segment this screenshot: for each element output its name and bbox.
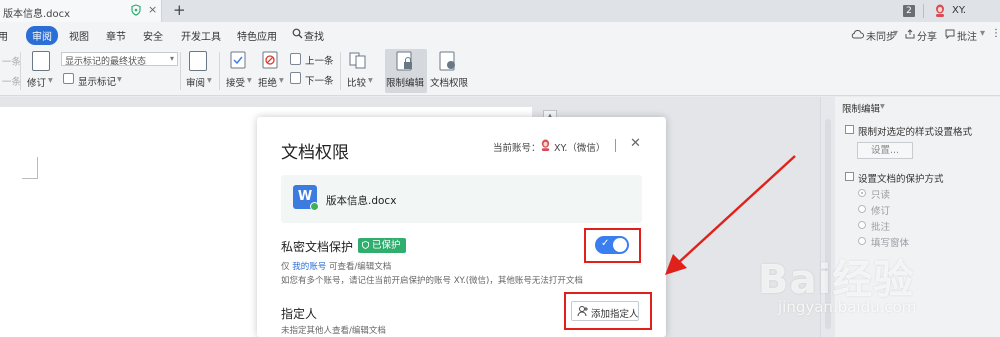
protect-desc-line1: 仅 我的账号 可查看/编辑文档 (281, 262, 392, 272)
menu-find[interactable]: 查找 (304, 28, 324, 43)
margin-marker (22, 157, 38, 179)
next-change-button[interactable]: 下一条 (305, 73, 334, 87)
review-ribbon: 一条 一条 修订 ▾ 显示标记的最终状态 ▾ 显示标记 ▾ 审阅 ▾ 接受 ▾ … (0, 46, 1000, 96)
radio-comment-label: 批注 (871, 222, 891, 233)
previous-change-icon (290, 53, 301, 65)
account-avatar-icon (541, 139, 550, 151)
designee-desc: 未指定其他人查看/编辑文档 (281, 326, 386, 336)
menu-special-apps[interactable]: 特色应用 (237, 28, 277, 43)
more-icon[interactable]: ⋮ (991, 28, 1000, 39)
file-name: 版本信息.docx (326, 195, 397, 207)
close-tab-icon[interactable]: × (148, 3, 157, 16)
format-restrict-label: 限制对选定的样式设置格式 (858, 127, 973, 138)
watermark-url: jingyan.baidu.com (778, 298, 917, 316)
divider (340, 52, 341, 90)
cloud-sync-icon (851, 30, 864, 39)
previous-change-button[interactable]: 上一条 (305, 53, 334, 67)
current-account-label: 当前账号： (493, 143, 541, 154)
radio-revision[interactable] (858, 205, 866, 213)
format-restrict-checkbox[interactable] (845, 125, 854, 134)
review-pane-button[interactable]: 审阅 (186, 75, 205, 89)
menu-insert-partial[interactable]: 用 (0, 28, 8, 43)
user-avatar-icon[interactable] (934, 4, 946, 17)
radio-readonly-label: 只读 (871, 190, 891, 201)
menu-security[interactable]: 安全 (143, 28, 163, 43)
show-markup-button[interactable]: 显示标记 (78, 74, 116, 88)
baidu-jingyan-watermark: Bai经验 (758, 257, 915, 303)
divider (20, 52, 21, 90)
protected-dot-icon (310, 202, 319, 211)
radio-comment[interactable] (858, 221, 866, 229)
reject-icon[interactable] (262, 51, 278, 69)
share-button[interactable]: 分享 (917, 28, 937, 43)
new-tab-icon[interactable]: + (173, 1, 186, 19)
menu-review[interactable]: 审阅 (26, 26, 58, 45)
document-tab-title: 版本信息.docx (3, 9, 71, 20)
next-change-icon (290, 72, 301, 84)
compare-icon[interactable] (349, 51, 367, 69)
doc-permission-icon[interactable] (439, 51, 457, 71)
comment-button[interactable]: 批注 (957, 28, 977, 43)
prev-comment-partial[interactable]: 一条 (2, 54, 21, 68)
my-account-link[interactable]: 我的账号 (292, 262, 326, 272)
radio-form[interactable] (858, 237, 866, 245)
accept-button[interactable]: 接受 (226, 75, 245, 89)
track-changes-button[interactable]: 修订 (27, 75, 46, 89)
reject-button[interactable]: 拒绝 (258, 75, 277, 89)
document-tab[interactable]: 版本信息.docx × (0, 0, 162, 22)
unsynced-button[interactable]: 未同步 (866, 28, 896, 43)
protect-desc-line2: 如您有多个账号，请记住当前开启保护的账号 XY.(微信)，其他账号无法打开文档 (281, 276, 583, 286)
radio-revision-label: 修订 (871, 206, 891, 217)
current-account-name: XY.（微信） (554, 143, 606, 154)
window-count-badge[interactable]: 2 (903, 5, 915, 17)
file-card: W 版本信息.docx (281, 175, 642, 223)
close-icon[interactable]: ✕ (630, 136, 641, 151)
search-icon[interactable] (292, 28, 303, 39)
annotation-box-toggle (584, 228, 641, 263)
protected-badge: 已保护 (358, 238, 406, 253)
annotation-box-add-designee (564, 292, 652, 330)
show-markup-icon (63, 73, 74, 84)
settings-button[interactable]: 设置... (857, 142, 913, 159)
private-protect-title: 私密文档保护 (281, 240, 354, 254)
compare-button[interactable]: 比较 (347, 75, 366, 89)
designee-title: 指定人 (281, 307, 318, 321)
divider (180, 52, 181, 90)
shield-icon (131, 4, 141, 16)
restrict-editing-button[interactable]: 限制编辑 (386, 75, 424, 89)
menu-chapter[interactable]: 章节 (106, 28, 126, 43)
divider (219, 52, 220, 90)
radio-readonly[interactable] (858, 189, 866, 197)
protect-mode-checkbox[interactable] (845, 172, 854, 181)
review-pane-icon[interactable] (189, 51, 207, 71)
menu-view[interactable]: 视图 (69, 28, 89, 43)
track-changes-icon[interactable] (32, 51, 50, 71)
next-comment-partial[interactable]: 一条 (2, 74, 21, 88)
doc-permission-button[interactable]: 文档权限 (430, 75, 468, 89)
divider (923, 4, 924, 18)
menu-bar: 用 审阅 视图 章节 安全 开发工具 特色应用 查找 未同步 ▾ 分享 批注 ▾… (0, 22, 1000, 46)
markup-view-select[interactable]: 显示标记的最终状态 ▾ (61, 52, 178, 66)
divider (615, 139, 616, 152)
protected-badge-label: 已保护 (372, 240, 401, 251)
title-tab-bar: 版本信息.docx × + 2 XY. (0, 0, 1000, 22)
shield-icon (362, 241, 369, 249)
dialog-title: 文档权限 (281, 143, 349, 163)
protect-mode-label: 设置文档的保护方式 (858, 174, 944, 185)
accept-icon[interactable] (230, 51, 246, 69)
pane-title: 限制编辑 (842, 104, 881, 115)
user-name[interactable]: XY. (952, 5, 966, 16)
share-icon (905, 29, 915, 39)
restrict-editing-icon[interactable] (396, 51, 414, 71)
markup-view-value: 显示标记的最终状态 (65, 57, 147, 66)
menu-developer-tools[interactable]: 开发工具 (181, 28, 221, 43)
comment-icon (945, 29, 955, 39)
